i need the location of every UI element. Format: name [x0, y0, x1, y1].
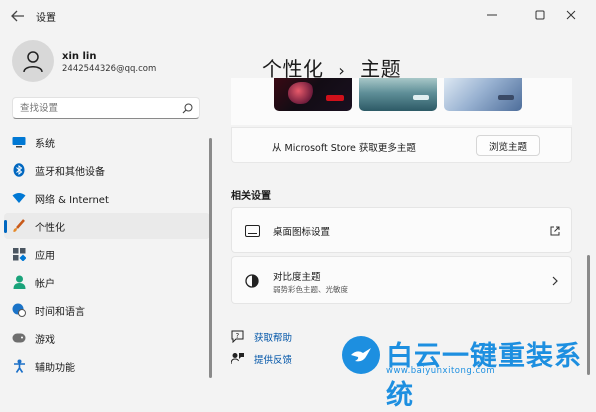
sidebar-item-accounts[interactable]: 帐户: [4, 269, 210, 295]
desktop-icon: [244, 223, 260, 239]
sidebar-item-label: 网络 & Internet: [35, 195, 109, 206]
contrast-themes-card[interactable]: 对比度主题 弱势彩色主题、光敏度: [231, 256, 572, 304]
user-name: xin lin: [62, 51, 97, 62]
theme-thumb-lake[interactable]: [359, 78, 437, 111]
contrast-icon: [244, 273, 260, 289]
brush-icon: [12, 219, 26, 233]
watermark-url: www.baiyunxitong.com: [386, 366, 496, 376]
minimize-icon[interactable]: [478, 3, 506, 27]
browse-themes-button[interactable]: 浏览主题: [476, 135, 540, 156]
feedback-icon: [231, 352, 244, 365]
selection-indicator: [4, 220, 7, 233]
chevron-right-icon: [549, 275, 561, 287]
search-box[interactable]: [12, 97, 200, 119]
globe-clock-icon: [12, 303, 26, 317]
sidebar-scrollbar[interactable]: [209, 138, 212, 378]
accessibility-icon: [12, 359, 26, 373]
search-icon[interactable]: [181, 102, 193, 114]
maximize-icon[interactable]: [526, 3, 554, 27]
card-title: 桌面图标设置: [273, 227, 331, 238]
search-input[interactable]: [20, 101, 180, 115]
open-external-icon: [549, 225, 561, 237]
bird-logo-icon: [342, 336, 380, 374]
card-title: 对比度主题: [273, 272, 321, 283]
sidebar-item-label: 系统: [35, 139, 55, 150]
gamepad-icon: [12, 331, 26, 345]
sidebar-item-label: 帐户: [35, 279, 55, 290]
monitor-icon: [12, 135, 26, 149]
related-settings-heading: 相关设置: [231, 191, 271, 202]
avatar[interactable]: [12, 40, 54, 82]
svg-text:?: ?: [236, 332, 240, 340]
help-chat-icon: ?: [231, 330, 244, 343]
sidebar-item-label: 辅助功能: [35, 363, 75, 374]
sidebar-item-time-language[interactable]: 时间和语言: [4, 297, 210, 323]
account-icon: [12, 275, 26, 289]
theme-thumb-dark[interactable]: [274, 78, 352, 111]
sidebar-item-label: 应用: [35, 251, 55, 262]
sidebar-item-network[interactable]: 网络 & Internet: [4, 185, 210, 211]
store-text: 从 Microsoft Store 获取更多主题: [272, 143, 416, 154]
user-email: 2442544326@qq.com: [62, 64, 157, 74]
sidebar-item-bluetooth[interactable]: 蓝牙和其他设备: [4, 157, 210, 183]
sidebar-item-label: 时间和语言: [35, 307, 85, 318]
app-title: 设置: [36, 13, 56, 24]
sidebar-item-accessibility[interactable]: 辅助功能: [4, 353, 210, 379]
feedback-link-label: 提供反馈: [254, 355, 293, 366]
sidebar-item-label: 个性化: [35, 223, 65, 234]
theme-art: [288, 82, 314, 104]
sidebar-item-personalization[interactable]: 个性化: [4, 213, 210, 239]
card-subtitle: 弱势彩色主题、光敏度: [273, 285, 348, 294]
desktop-icon-settings-card[interactable]: 桌面图标设置: [231, 207, 572, 253]
sidebar-item-label: 蓝牙和其他设备: [35, 167, 105, 178]
sidebar-item-label: 游戏: [35, 335, 55, 346]
bluetooth-icon: [12, 163, 26, 177]
help-link-label: 获取帮助: [254, 333, 293, 344]
apps-icon: [12, 247, 26, 261]
person-icon: [23, 51, 43, 73]
theme-accent-bar: [498, 95, 514, 100]
title-bar: [0, 0, 596, 32]
back-arrow-icon[interactable]: [10, 8, 26, 24]
get-help-link[interactable]: ? 获取帮助: [231, 330, 321, 344]
theme-accent-bar: [413, 95, 429, 100]
sidebar-item-apps[interactable]: 应用: [4, 241, 210, 267]
close-icon[interactable]: [557, 3, 585, 27]
wifi-icon: [12, 191, 26, 205]
theme-thumb-bloom[interactable]: [444, 78, 522, 111]
theme-accent-bar: [326, 95, 344, 101]
sidebar-item-gaming[interactable]: 游戏: [4, 325, 210, 351]
feedback-link[interactable]: 提供反馈: [231, 352, 321, 366]
sidebar-item-system[interactable]: 系统: [4, 129, 210, 155]
